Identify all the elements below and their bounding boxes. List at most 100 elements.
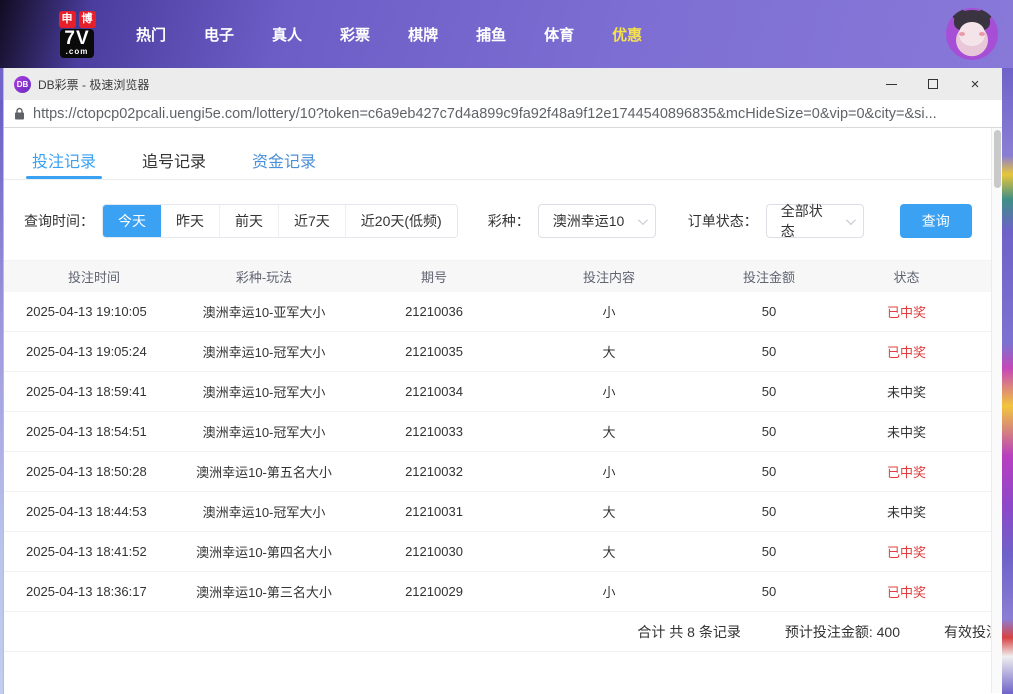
close-icon: × — [971, 77, 980, 92]
header-bet-time: 投注时间 — [4, 267, 184, 286]
cell-issue: 21210036 — [344, 304, 524, 319]
background-page-right-strip — [1002, 68, 1013, 694]
cell-play-type: 澳洲幸运10-冠军大小 — [184, 342, 344, 361]
table-row: 2025-04-13 18:50:28 澳洲幸运10-第五名大小 2121003… — [4, 452, 1002, 492]
order-status-label: 订单状态： — [688, 211, 758, 231]
cell-bet-amount: 50 — [694, 304, 844, 319]
time-filter-label: 查询时间： — [24, 211, 94, 231]
menu-item-live[interactable]: 真人 — [272, 24, 302, 45]
cell-issue: 21210034 — [344, 384, 524, 399]
avatar-blush-left — [959, 32, 965, 36]
lottery-select[interactable]: 澳洲幸运10 — [538, 204, 656, 238]
cell-bet-content: 大 — [524, 502, 694, 521]
cell-bet-amount: 50 — [694, 464, 844, 479]
cell-play-type: 澳洲幸运10-第四名大小 — [184, 542, 344, 561]
table-row: 2025-04-13 19:05:24 澳洲幸运10-冠军大小 21210035… — [4, 332, 1002, 372]
cell-issue: 21210032 — [344, 464, 524, 479]
cell-issue: 21210033 — [344, 424, 524, 439]
table-header: 投注时间 彩种-玩法 期号 投注内容 投注金额 状态 — [4, 261, 1002, 292]
cell-status: 未中奖 — [844, 502, 969, 521]
cell-bet-amount: 50 — [694, 424, 844, 439]
user-avatar[interactable] — [946, 8, 998, 60]
time-option-last-7-days[interactable]: 近7天 — [278, 205, 345, 237]
cell-bet-amount: 50 — [694, 384, 844, 399]
scrollbar[interactable] — [991, 128, 1002, 693]
footer-expected-amount: 预计投注金额: 400 — [785, 622, 900, 642]
cell-bet-content: 小 — [524, 582, 694, 601]
cell-play-type: 澳洲幸运10-冠军大小 — [184, 502, 344, 521]
menu-item-lottery[interactable]: 彩票 — [340, 24, 370, 45]
menu-item-hot[interactable]: 热门 — [136, 24, 166, 45]
tab-bet-records[interactable]: 投注记录 — [32, 148, 96, 179]
cell-play-type: 澳洲幸运10-亚军大小 — [184, 302, 344, 321]
minimize-icon — [886, 84, 897, 85]
header-bet-amount: 投注金额 — [694, 267, 844, 286]
cell-bet-content: 小 — [524, 382, 694, 401]
page-content: 投注记录 追号记录 资金记录 查询时间： 今天 昨天 前天 近7天 近20天(低… — [4, 128, 1002, 693]
close-button[interactable]: × — [954, 68, 996, 100]
cell-bet-amount: 50 — [694, 504, 844, 519]
site-top-nav: 申 博 7V .com 热门 电子 真人 彩票 棋牌 捕鱼 体育 优惠 — [0, 0, 1013, 68]
query-button[interactable]: 查询 — [900, 204, 972, 238]
menu-item-slots[interactable]: 电子 — [204, 24, 234, 45]
table-row: 2025-04-13 18:59:41 澳洲幸运10-冠军大小 21210034… — [4, 372, 1002, 412]
table-row: 2025-04-13 19:10:05 澳洲幸运10-亚军大小 21210036… — [4, 292, 1002, 332]
logo-box: 7V .com — [60, 29, 93, 58]
menu-item-promo[interactable]: 优惠 — [612, 24, 642, 45]
cell-issue: 21210029 — [344, 584, 524, 599]
chevron-down-icon — [638, 215, 648, 225]
browser-window: DB DB彩票 - 极速浏览器 × https://ctopcp02pcali.… — [3, 68, 1002, 694]
window-title: DB彩票 - 极速浏览器 — [38, 76, 149, 93]
maximize-button[interactable] — [912, 68, 954, 100]
cell-issue: 21210030 — [344, 544, 524, 559]
cell-status: 已中奖 — [844, 342, 969, 361]
browser-favicon: DB — [14, 76, 31, 93]
cell-bet-time: 2025-04-13 19:05:24 — [4, 344, 184, 359]
time-option-last-20-days[interactable]: 近20天(低频) — [345, 205, 457, 237]
avatar-bun-left — [952, 8, 965, 20]
table-row: 2025-04-13 18:36:17 澳洲幸运10-第三名大小 2121002… — [4, 572, 1002, 612]
minimize-button[interactable] — [870, 68, 912, 100]
order-status-value: 全部状态 — [781, 201, 836, 241]
header-bet-content: 投注内容 — [524, 267, 694, 286]
cell-status: 未中奖 — [844, 422, 969, 441]
logo-badge-shen: 申 — [59, 11, 76, 28]
menu-item-sports[interactable]: 体育 — [544, 24, 574, 45]
logo-badge-bo: 博 — [79, 11, 96, 28]
footer-total-records: 合计 共 8 条记录 — [637, 622, 740, 642]
browser-title-bar: DB DB彩票 - 极速浏览器 × — [4, 68, 1002, 100]
time-option-today[interactable]: 今天 — [103, 205, 161, 237]
time-range-group: 今天 昨天 前天 近7天 近20天(低频) — [102, 204, 458, 238]
scrollbar-thumb[interactable] — [994, 130, 1001, 188]
time-option-day-before[interactable]: 前天 — [219, 205, 278, 237]
cell-play-type: 澳洲幸运10-第五名大小 — [184, 462, 344, 481]
cell-bet-content: 大 — [524, 342, 694, 361]
address-bar[interactable]: https://ctopcp02pcali.uengi5e.com/lotter… — [4, 100, 1002, 128]
cell-bet-time: 2025-04-13 18:41:52 — [4, 544, 184, 559]
time-option-yesterday[interactable]: 昨天 — [161, 205, 219, 237]
avatar-blush-right — [979, 32, 985, 36]
cell-issue: 21210035 — [344, 344, 524, 359]
table-row: 2025-04-13 18:54:51 澳洲幸运10-冠军大小 21210033… — [4, 412, 1002, 452]
cell-bet-content: 大 — [524, 542, 694, 561]
lock-icon — [14, 107, 25, 120]
logo-7v-text: 7V — [64, 29, 89, 48]
menu-item-board[interactable]: 棋牌 — [408, 24, 438, 45]
cell-bet-time: 2025-04-13 18:54:51 — [4, 424, 184, 439]
cell-status: 未中奖 — [844, 382, 969, 401]
cell-bet-amount: 50 — [694, 344, 844, 359]
menu-item-fishing[interactable]: 捕鱼 — [476, 24, 506, 45]
table-footer: 合计 共 8 条记录 预计投注金额: 400 有效投注金额 — [4, 612, 1002, 652]
order-status-select[interactable]: 全部状态 — [766, 204, 864, 238]
tab-chase-records[interactable]: 追号记录 — [142, 148, 206, 179]
main-menu: 热门 电子 真人 彩票 棋牌 捕鱼 体育 优惠 — [136, 24, 642, 45]
site-logo[interactable]: 申 博 7V .com — [44, 11, 110, 58]
lottery-select-value: 澳洲幸运10 — [553, 211, 625, 231]
table-row: 2025-04-13 18:44:53 澳洲幸运10-冠军大小 21210031… — [4, 492, 1002, 532]
cell-play-type: 澳洲幸运10-冠军大小 — [184, 382, 344, 401]
cell-bet-time: 2025-04-13 18:36:17 — [4, 584, 184, 599]
cell-bet-time: 2025-04-13 18:59:41 — [4, 384, 184, 399]
cell-bet-time: 2025-04-13 19:10:05 — [4, 304, 184, 319]
tab-fund-records[interactable]: 资金记录 — [252, 148, 316, 179]
cell-bet-content: 大 — [524, 422, 694, 441]
